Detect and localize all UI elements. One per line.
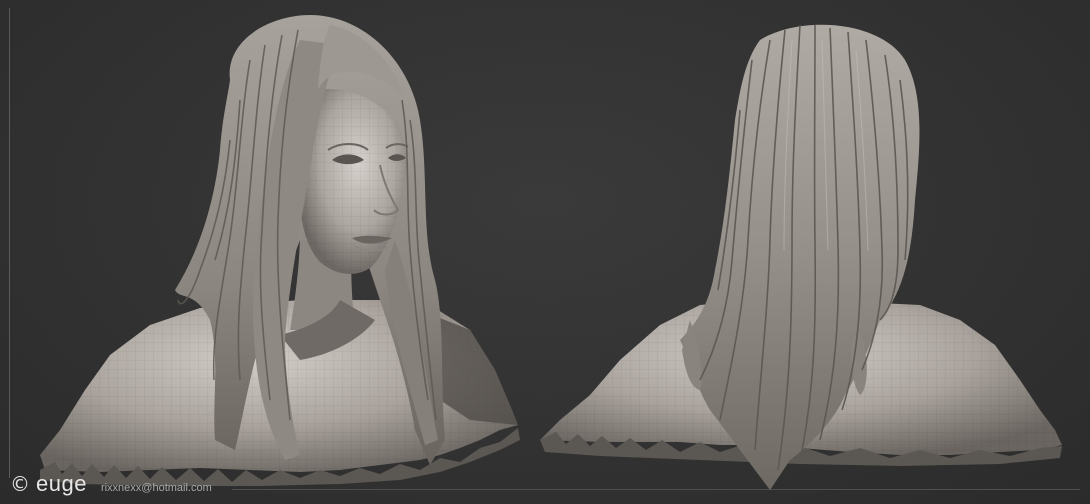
figure-front-view	[40, 15, 520, 486]
artist-name: euge	[36, 471, 87, 496]
artist-email: rixxnexx@hotmail.com	[100, 482, 212, 494]
figure-back-view	[540, 24, 1062, 491]
render-canvas: © euge rixxnexx@hotmail.com	[0, 0, 1090, 504]
sculpt-render	[40, 15, 1062, 491]
artist-signature: © euge rixxnexx@hotmail.com	[10, 473, 212, 495]
copyright-icon: ©	[10, 472, 30, 496]
